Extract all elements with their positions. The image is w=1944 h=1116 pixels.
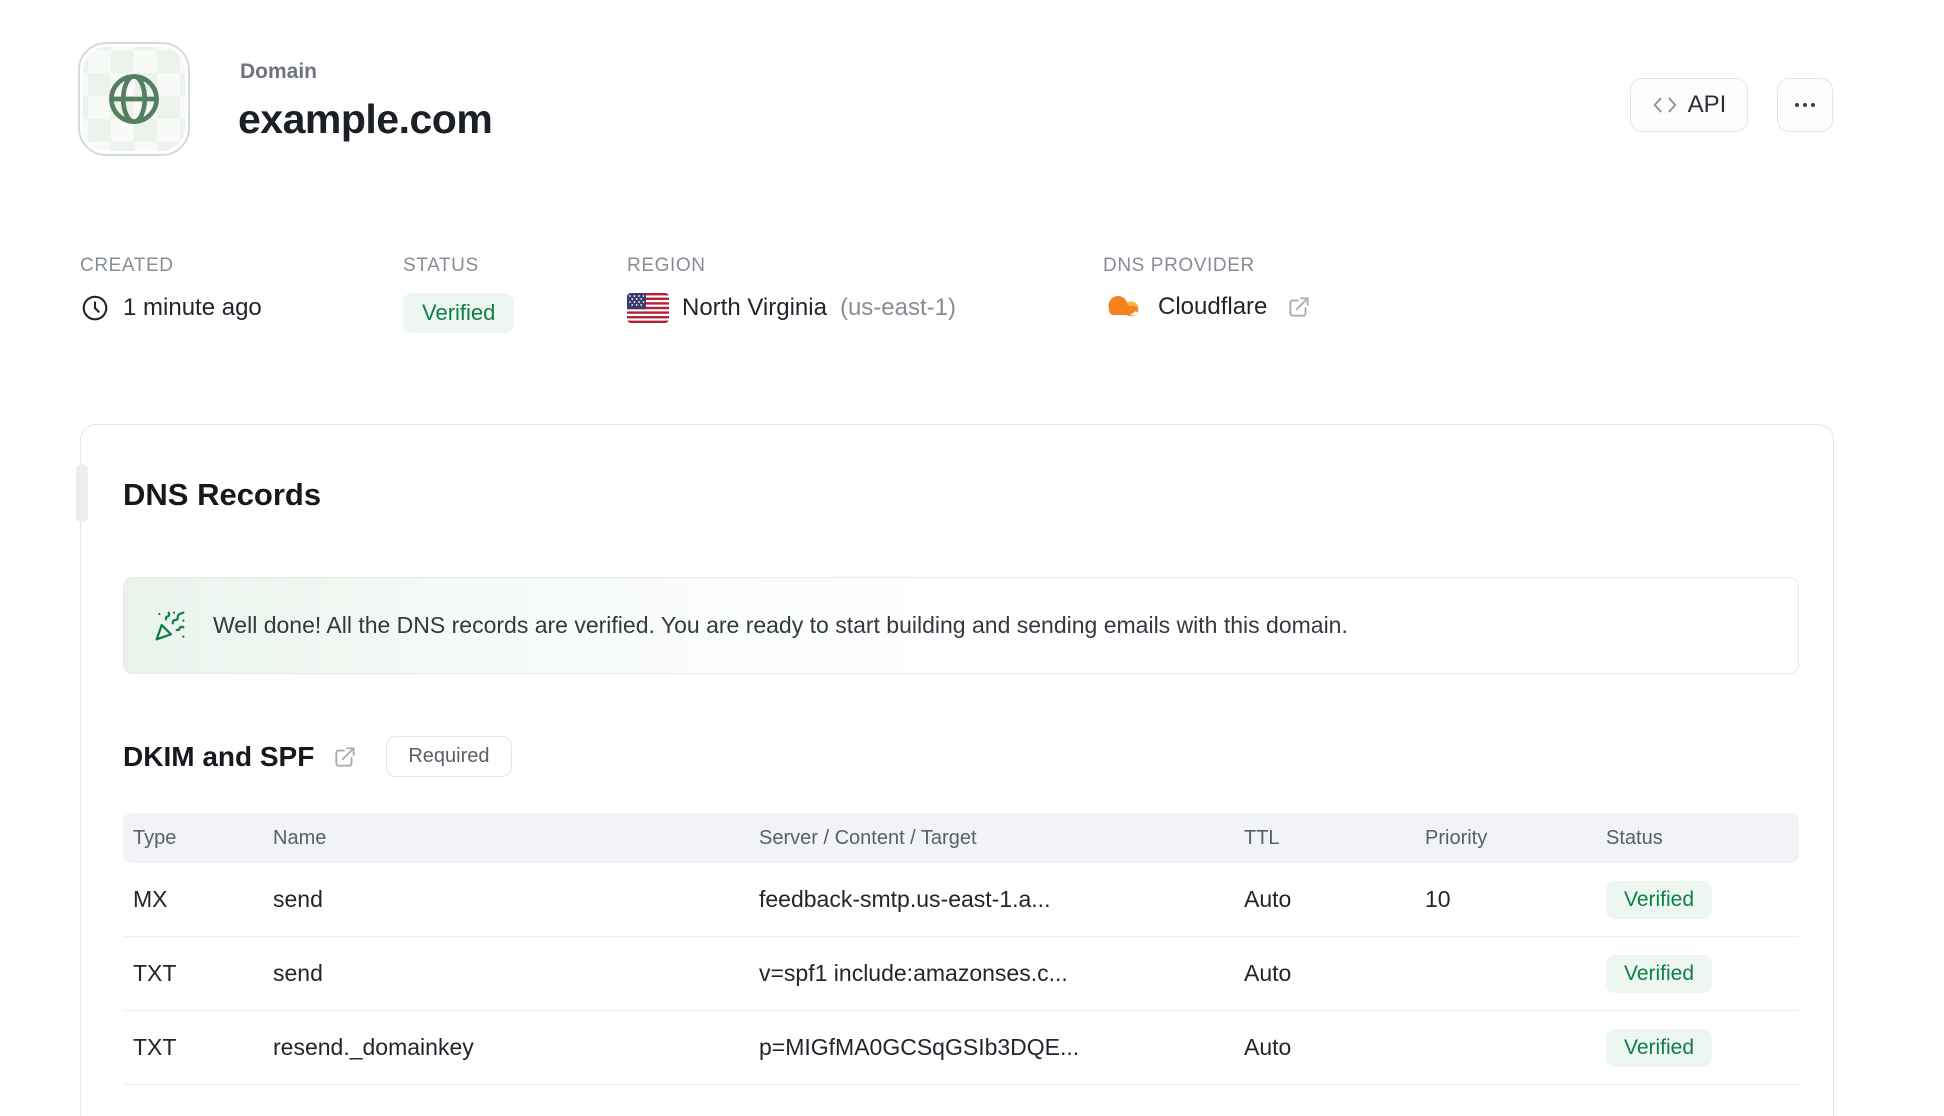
dns-provider-value: Cloudflare: [1158, 293, 1268, 320]
record-name: send: [273, 886, 323, 912]
meta-dns-provider: DNS PROVIDER Cloudflare: [1103, 255, 1312, 321]
created-label: CREATED: [80, 255, 174, 276]
dns-records-title: DNS Records: [123, 477, 322, 512]
page-kicker: Domain: [240, 60, 318, 83]
external-link-icon[interactable]: [1286, 294, 1312, 320]
region-label: REGION: [627, 255, 706, 276]
table-row[interactable]: TXT send v=spf1 include:amazonses.c... A…: [123, 937, 1799, 1011]
clock-icon: [80, 293, 110, 323]
page-title: example.com: [238, 96, 493, 142]
api-button-label: API: [1687, 91, 1727, 118]
domain-avatar: [78, 42, 190, 156]
created-value: 1 minute ago: [123, 294, 262, 321]
region-name: North Virginia: [682, 294, 827, 321]
col-ttl: TTL: [1244, 826, 1280, 849]
record-name: resend._domainkey: [273, 1034, 474, 1060]
ellipsis-icon: [1793, 93, 1817, 117]
col-content: Server / Content / Target: [759, 826, 977, 849]
record-content: feedback-smtp.us-east-1.a...: [759, 886, 1051, 912]
dns-provider-label: DNS PROVIDER: [1103, 255, 1255, 276]
meta-region: REGION North Virginia (us-east-1): [627, 255, 956, 323]
dns-records-table: Type Name Server / Content / Target TTL …: [123, 813, 1799, 1085]
dkim-spf-section-header: DKIM and SPF Required: [123, 736, 1799, 777]
col-status: Status: [1606, 826, 1663, 849]
more-options-button[interactable]: [1777, 78, 1833, 132]
record-ttl: Auto: [1244, 960, 1292, 986]
status-badge: Verified: [403, 293, 515, 333]
record-type: TXT: [133, 960, 177, 986]
record-ttl: Auto: [1244, 1034, 1292, 1060]
verified-banner: Well done! All the DNS records are verif…: [123, 577, 1799, 674]
dns-table-body: MX send feedback-smtp.us-east-1.a... Aut…: [123, 863, 1799, 1085]
record-status-badge: Verified: [1606, 880, 1713, 919]
us-flag-icon: [627, 293, 669, 323]
record-status-badge: Verified: [1606, 1028, 1713, 1067]
required-badge: Required: [386, 736, 512, 777]
record-content: p=MIGfMA0GCSqGSIb3DQE...: [759, 1034, 1080, 1060]
record-type: MX: [133, 886, 168, 912]
record-priority: 10: [1425, 886, 1451, 912]
domain-detail-page: Domain example.com API CREATED 1 minute …: [0, 0, 1944, 1116]
col-priority: Priority: [1425, 826, 1488, 849]
code-icon: [1652, 92, 1678, 118]
meta-status: STATUS Verified: [403, 255, 515, 333]
api-button[interactable]: API: [1630, 78, 1748, 132]
table-row[interactable]: MX send feedback-smtp.us-east-1.a... Aut…: [123, 863, 1799, 937]
record-content: v=spf1 include:amazonses.c...: [759, 960, 1068, 986]
record-type: TXT: [133, 1034, 177, 1060]
table-row[interactable]: TXT resend._domainkey p=MIGfMA0GCSqGSIb3…: [123, 1011, 1799, 1085]
dkim-spf-title: DKIM and SPF: [123, 740, 315, 772]
col-type: Type: [133, 826, 177, 849]
cloudflare-icon: [1103, 293, 1145, 321]
status-label: STATUS: [403, 255, 479, 276]
record-ttl: Auto: [1244, 886, 1292, 912]
record-name: send: [273, 960, 323, 986]
col-name: Name: [273, 826, 327, 849]
meta-created: CREATED 1 minute ago: [80, 255, 262, 323]
globe-icon: [101, 66, 167, 132]
external-link-icon[interactable]: [332, 744, 358, 770]
record-status-badge: Verified: [1606, 954, 1713, 993]
card-accent-tab: [76, 464, 88, 522]
dns-records-card: DNS Records Well done! All the DNS recor…: [80, 424, 1834, 1116]
party-popper-icon: [154, 610, 186, 642]
verified-banner-text: Well done! All the DNS records are verif…: [213, 612, 1348, 638]
region-code: (us-east-1): [839, 294, 956, 321]
table-header-row: Type Name Server / Content / Target TTL …: [123, 813, 1799, 863]
